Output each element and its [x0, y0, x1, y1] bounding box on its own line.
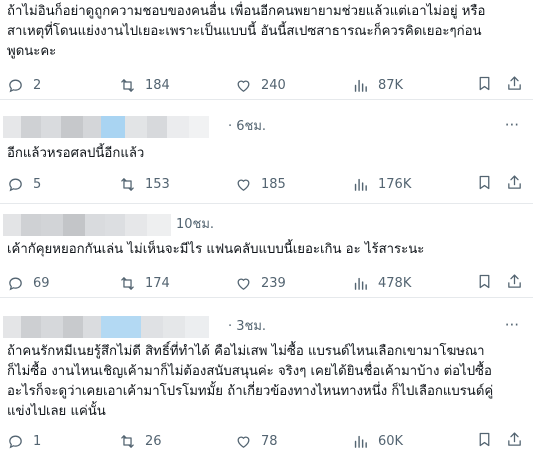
bookmark-icon	[476, 431, 493, 452]
reply-button[interactable]: 5	[7, 173, 41, 195]
post-timestamp[interactable]: · 3ชม.	[228, 318, 266, 336]
views-button[interactable]: 176K	[352, 173, 411, 195]
heart-icon	[235, 176, 261, 193]
reply-button[interactable]: 69	[7, 272, 50, 294]
post-text: ถ้าคนรักหมีเนยรู้สึกไม่ดี สิทธิ์ที่ทำได้…	[7, 344, 494, 419]
bookmark-icon	[476, 273, 493, 294]
bookmark-icon	[476, 75, 493, 96]
share-button[interactable]	[506, 74, 523, 96]
share-icon	[506, 273, 523, 294]
share-icon	[506, 431, 523, 452]
repost-icon	[119, 176, 145, 193]
blurred-username	[3, 316, 209, 338]
reply-count: 2	[33, 77, 42, 93]
views-bar-chart-icon	[352, 176, 378, 193]
bookmark-button[interactable]	[476, 272, 493, 294]
reply-count: 69	[33, 275, 50, 291]
views-button[interactable]: 60K	[352, 430, 403, 452]
reply-count: 5	[33, 176, 42, 192]
post-3[interactable]: 10ชม. เค้ากัคุยหยอกกันเล่น ไม่เห็นจะมีไร…	[0, 204, 533, 298]
comment-icon	[7, 77, 33, 94]
post-header: · 6ชม. ···	[0, 116, 533, 138]
heart-icon	[235, 275, 261, 292]
post-text: อีกแล้วหรอศลปนี้อีกแล้ว	[7, 146, 145, 161]
repost-icon	[119, 275, 145, 292]
share-button[interactable]	[506, 430, 523, 452]
like-count: 185	[261, 176, 286, 192]
views-count: 87K	[378, 77, 404, 93]
post-actions: 69 174 239 478K	[0, 272, 533, 294]
comment-icon	[7, 275, 33, 292]
post-actions: 5 153 185 176K	[0, 173, 533, 195]
repost-button[interactable]: 174	[119, 272, 170, 294]
like-count: 240	[261, 77, 286, 93]
like-button[interactable]: 78	[235, 430, 278, 452]
reply-button[interactable]: 2	[7, 74, 41, 96]
bookmark-icon	[476, 174, 493, 195]
views-bar-chart-icon	[352, 77, 378, 94]
more-dots-icon[interactable]: ···	[505, 116, 519, 134]
repost-count: 153	[145, 176, 170, 192]
share-button[interactable]	[506, 272, 523, 294]
repost-count: 184	[145, 77, 170, 93]
bookmark-button[interactable]	[476, 173, 493, 195]
like-button[interactable]: 185	[235, 173, 286, 195]
like-button[interactable]: 240	[235, 74, 286, 96]
views-bar-chart-icon	[352, 275, 378, 292]
views-button[interactable]: 87K	[352, 74, 403, 96]
post-text: ถ้าไม่อินก็อย่าดูถูกความชอบของคนอื่น เพื…	[7, 4, 486, 59]
views-bar-chart-icon	[352, 433, 378, 450]
blurred-username	[3, 116, 209, 138]
repost-icon	[119, 433, 145, 450]
post-timestamp[interactable]: 10ชม.	[176, 216, 214, 234]
views-count: 176K	[378, 176, 412, 192]
like-button[interactable]: 239	[235, 272, 286, 294]
repost-button[interactable]: 153	[119, 173, 170, 195]
bookmark-button[interactable]	[476, 430, 493, 452]
reply-button[interactable]: 1	[7, 430, 41, 452]
post-header: 10ชม.	[0, 214, 533, 236]
post-text: เค้ากัคุยหยอกกันเล่น ไม่เห็นจะมีไร แฟนคล…	[7, 242, 425, 257]
like-count: 78	[261, 433, 278, 449]
comment-icon	[7, 176, 33, 193]
repost-icon	[119, 77, 145, 94]
heart-icon	[235, 77, 261, 94]
views-count: 478K	[378, 275, 412, 291]
repost-button[interactable]: 184	[119, 74, 170, 96]
post-2[interactable]: · 6ชม. ··· อีกแล้วหรอศลปนี้อีกแล้ว 5 153	[0, 100, 533, 204]
blurred-username	[3, 214, 171, 236]
post-header: · 3ชม. ···	[0, 316, 533, 338]
repost-button[interactable]: 26	[119, 430, 162, 452]
share-icon	[506, 174, 523, 195]
post-timestamp[interactable]: · 6ชม.	[228, 118, 266, 136]
reply-count: 1	[33, 433, 42, 449]
views-count: 60K	[378, 433, 404, 449]
timeline-feed: ถ้าไม่อินก็อย่าดูถูกความชอบของคนอื่น เพื…	[0, 0, 533, 460]
post-actions: 1 26 78 60K	[0, 430, 533, 452]
comment-icon	[7, 433, 33, 450]
repost-count: 26	[145, 433, 162, 449]
views-button[interactable]: 478K	[352, 272, 411, 294]
more-dots-icon[interactable]: ···	[505, 316, 519, 334]
post-1[interactable]: ถ้าไม่อินก็อย่าดูถูกความชอบของคนอื่น เพื…	[0, 0, 533, 100]
share-icon	[506, 75, 523, 96]
post-actions: 2 184 240 87K	[0, 74, 533, 96]
bookmark-button[interactable]	[476, 74, 493, 96]
share-button[interactable]	[506, 173, 523, 195]
repost-count: 174	[145, 275, 170, 291]
heart-icon	[235, 433, 261, 450]
like-count: 239	[261, 275, 286, 291]
post-4[interactable]: · 3ชม. ··· ถ้าคนรักหมีเนยรู้สึกไม่ดี สิท…	[0, 298, 533, 460]
